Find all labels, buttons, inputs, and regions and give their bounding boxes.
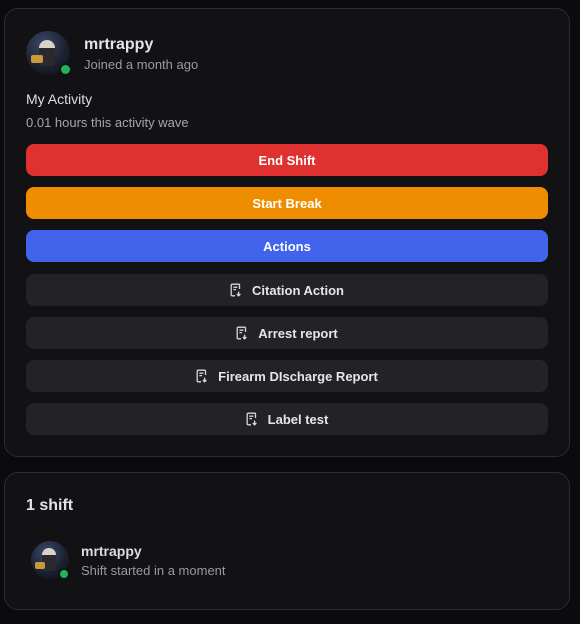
form-icon — [230, 283, 242, 297]
start-break-button[interactable]: Start Break — [26, 187, 548, 219]
shift-count: 1 shift — [26, 497, 74, 514]
avatar — [31, 541, 70, 580]
form-label: Citation Action — [252, 282, 344, 298]
shift-username: mrtrappy — [81, 542, 142, 559]
list-item[interactable]: mrtrappy Shift started in a moment — [31, 541, 226, 580]
actions-label: Actions — [263, 238, 311, 254]
form-label: Arrest report — [258, 325, 338, 341]
form-button-arrest-report[interactable]: Arrest report — [26, 317, 548, 349]
avatar — [26, 31, 72, 76]
end-shift-button[interactable]: End Shift — [26, 144, 548, 176]
form-label: Label test — [267, 411, 329, 427]
username: mrtrappy — [84, 35, 154, 53]
actions-button[interactable]: Actions — [26, 230, 548, 262]
form-label: Firearm DIscharge Report — [218, 368, 378, 384]
shifts-card: 1 shift mrtrappy Shift started in a mome… — [4, 472, 570, 610]
online-status-dot — [59, 63, 72, 76]
activity-hours: 0.01 hours this activity wave — [26, 115, 189, 130]
joined-date: Joined a month ago — [84, 56, 199, 72]
profile-card: mrtrappy Joined a month ago My Activity … — [4, 8, 570, 457]
shift-status: Shift started in a moment — [81, 562, 226, 578]
online-status-dot — [58, 568, 70, 580]
start-break-label: Start Break — [252, 195, 322, 211]
activity-title: My Activity — [26, 91, 93, 107]
profile-header: mrtrappy Joined a month ago — [26, 31, 199, 76]
form-button-label-test[interactable]: Label test — [26, 403, 548, 435]
form-icon — [246, 412, 258, 426]
form-button-citation-action[interactable]: Citation Action — [26, 274, 548, 306]
form-icon — [236, 326, 248, 340]
form-button-firearm-discharge-report[interactable]: Firearm DIscharge Report — [26, 360, 548, 392]
form-icon — [196, 369, 208, 383]
end-shift-label: End Shift — [258, 152, 316, 168]
